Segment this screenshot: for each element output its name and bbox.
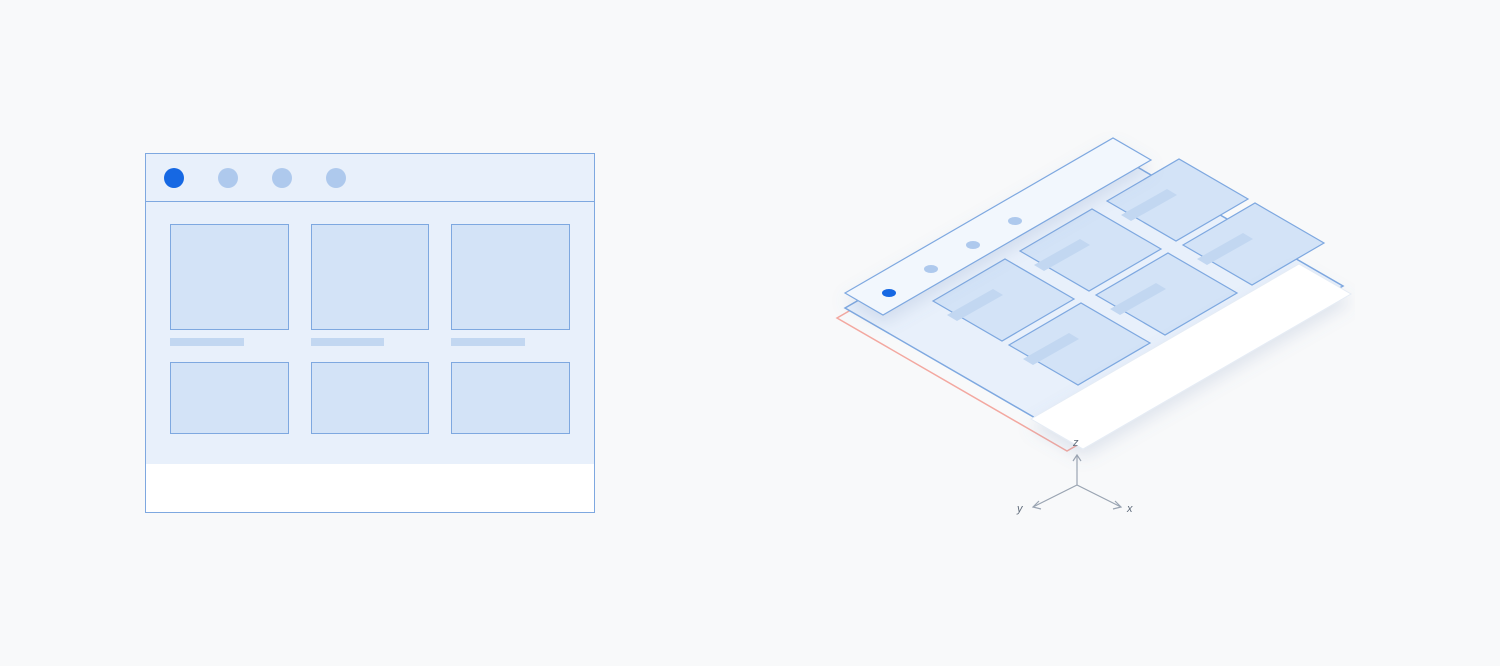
- card-2: [311, 224, 430, 346]
- card-1: [170, 224, 289, 346]
- card-thumb: [311, 224, 430, 330]
- iso-svg: [795, 83, 1355, 583]
- axis-label-y: y: [1017, 503, 1023, 515]
- iso-tab-dot-4: [1008, 217, 1022, 225]
- axis-label-z: z: [1073, 437, 1079, 449]
- tab-dot-3: [272, 168, 292, 188]
- card-thumb: [170, 362, 289, 434]
- iso-tab-dot-2: [924, 265, 938, 273]
- tab-dot-1: [164, 168, 184, 188]
- flat-wireframe-window: [145, 153, 595, 513]
- card-caption: [311, 338, 385, 346]
- tab-dot-2: [218, 168, 238, 188]
- tab-dot-4: [326, 168, 346, 188]
- flat-footer: [146, 464, 594, 512]
- card-thumb: [451, 362, 570, 434]
- card-4: [170, 362, 289, 434]
- flat-content-grid: [146, 202, 594, 464]
- card-3: [451, 224, 570, 346]
- iso-tab-dot-1: [882, 289, 896, 297]
- card-caption: [451, 338, 525, 346]
- card-thumb: [170, 224, 289, 330]
- axis-label-x: x: [1127, 503, 1133, 515]
- card-thumb: [311, 362, 430, 434]
- axis-indicator: [1033, 455, 1121, 509]
- card-6: [451, 362, 570, 434]
- isometric-diagram: z y x: [795, 83, 1355, 583]
- card-caption: [170, 338, 244, 346]
- flat-titlebar: [146, 154, 594, 202]
- iso-tab-dot-3: [966, 241, 980, 249]
- card-thumb: [451, 224, 570, 330]
- card-5: [311, 362, 430, 434]
